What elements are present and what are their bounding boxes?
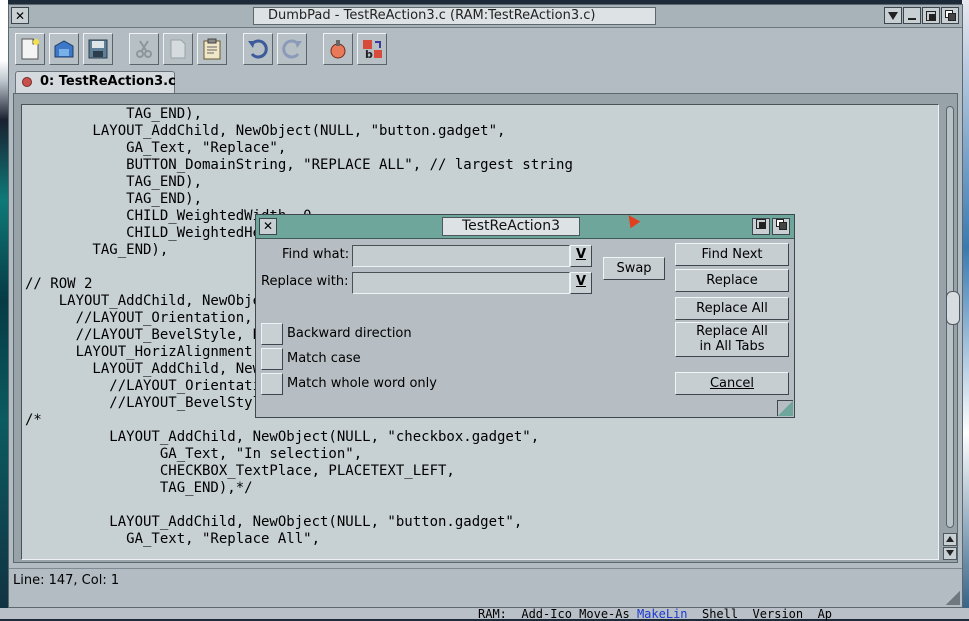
replace-icon: b	[363, 40, 382, 60]
match-case-label: Match case	[287, 351, 361, 366]
find-history-dropdown[interactable]: V	[570, 245, 592, 267]
redo-button[interactable]	[277, 33, 307, 65]
cursor-position: Line: 147, Col: 1	[13, 573, 120, 588]
find-what-label: Find what:	[282, 247, 350, 262]
replace-all-button[interactable]: Replace All	[675, 297, 789, 320]
undo-button[interactable]	[243, 33, 273, 65]
scroll-down-button[interactable]	[943, 547, 957, 560]
window-close-button[interactable]: ✕	[11, 7, 29, 24]
new-document-button[interactable]	[15, 33, 45, 65]
match-whole-word-label: Match whole word only	[287, 376, 437, 391]
zoom-icon	[926, 10, 936, 21]
tab-close-icon[interactable]	[22, 77, 32, 87]
replace-all-in-tabs-button[interactable]: Replace All in All Tabs	[675, 322, 789, 357]
status-bar: Line: 147, Col: 1	[9, 568, 962, 592]
replace-history-dropdown[interactable]: V	[570, 272, 592, 294]
dialog-zoom-button[interactable]	[752, 218, 770, 235]
window-titlebar[interactable]: ✕ DumbPad - TestReAction3.c (RAM:TestReA…	[9, 5, 962, 28]
dialog-close-button[interactable]: ✕	[259, 218, 277, 235]
arrow-down-icon	[946, 550, 954, 556]
window-title: DumbPad - TestReAction3.c (RAM:TestReAct…	[253, 7, 656, 25]
arrow-up-icon	[946, 536, 954, 542]
find-next-button[interactable]: Find Next	[675, 243, 789, 266]
undo-icon	[248, 39, 268, 59]
chevron-down-icon	[888, 11, 898, 20]
match-whole-word-checkbox[interactable]	[261, 373, 283, 395]
tab-testreaction3[interactable]: 0: TestReAction3.c	[15, 71, 176, 93]
find-replace-dialog: ✕ TestReAction3 Find what: V Replace wit…	[255, 214, 795, 418]
replace-tool-button[interactable]: b	[357, 33, 387, 65]
dropdown-icon: V	[575, 274, 587, 289]
paste-icon	[203, 38, 221, 60]
window-menu-button[interactable]	[884, 7, 902, 24]
close-icon: ✕	[14, 8, 26, 23]
find-what-input[interactable]	[352, 245, 570, 267]
tab-label: 0: TestReAction3.c	[40, 74, 176, 89]
dialog-resize-handle[interactable]	[777, 400, 793, 416]
vertical-scrollbar[interactable]	[943, 104, 960, 560]
replace-with-label: Replace with:	[261, 274, 349, 289]
copy-button[interactable]	[163, 33, 193, 65]
window-zoom-button[interactable]	[922, 7, 940, 24]
replace-with-input[interactable]	[352, 272, 570, 294]
open-button[interactable]	[49, 33, 79, 65]
dialog-depth-button[interactable]	[772, 218, 790, 235]
depth-icon	[944, 10, 956, 21]
backward-direction-checkbox[interactable]	[261, 323, 283, 345]
dialog-title: TestReAction3	[442, 217, 580, 236]
window-resize-handle[interactable]	[946, 591, 960, 605]
dialog-titlebar[interactable]: ✕ TestReAction3	[256, 215, 794, 239]
desktop-backdrop-left	[0, 0, 8, 619]
minimize-icon	[908, 17, 916, 20]
desktop-backdrop-right	[962, 0, 969, 619]
dialog-body: Find what: V Replace with: V Swap Find N…	[256, 239, 794, 417]
cut-button[interactable]	[129, 33, 159, 65]
window-iconify-button[interactable]	[903, 7, 921, 24]
depth-icon	[775, 219, 787, 230]
bookmark-icon	[330, 40, 346, 59]
scroll-thumb[interactable]	[946, 291, 960, 325]
scroll-track[interactable]	[946, 106, 960, 528]
close-icon: ✕	[262, 219, 274, 233]
scroll-up-button[interactable]	[943, 533, 957, 546]
save-button[interactable]	[83, 33, 113, 65]
new-document-icon	[21, 38, 39, 60]
open-icon	[54, 40, 74, 58]
bookmark-button[interactable]	[323, 33, 353, 65]
save-icon	[88, 39, 108, 59]
dropdown-icon: V	[575, 247, 587, 262]
match-case-checkbox[interactable]	[261, 348, 283, 370]
copy-icon	[170, 39, 186, 59]
cancel-button[interactable]: Cancel	[675, 372, 789, 395]
window-depth-button[interactable]	[941, 7, 959, 24]
replace-button[interactable]: Replace	[675, 269, 789, 292]
cut-icon	[136, 40, 152, 58]
zoom-icon	[756, 219, 766, 229]
paste-button[interactable]	[197, 33, 227, 65]
svg-text:b: b	[365, 48, 373, 60]
redo-icon	[282, 39, 302, 59]
backward-direction-label: Backward direction	[287, 326, 412, 341]
swap-button[interactable]: Swap	[603, 257, 665, 280]
